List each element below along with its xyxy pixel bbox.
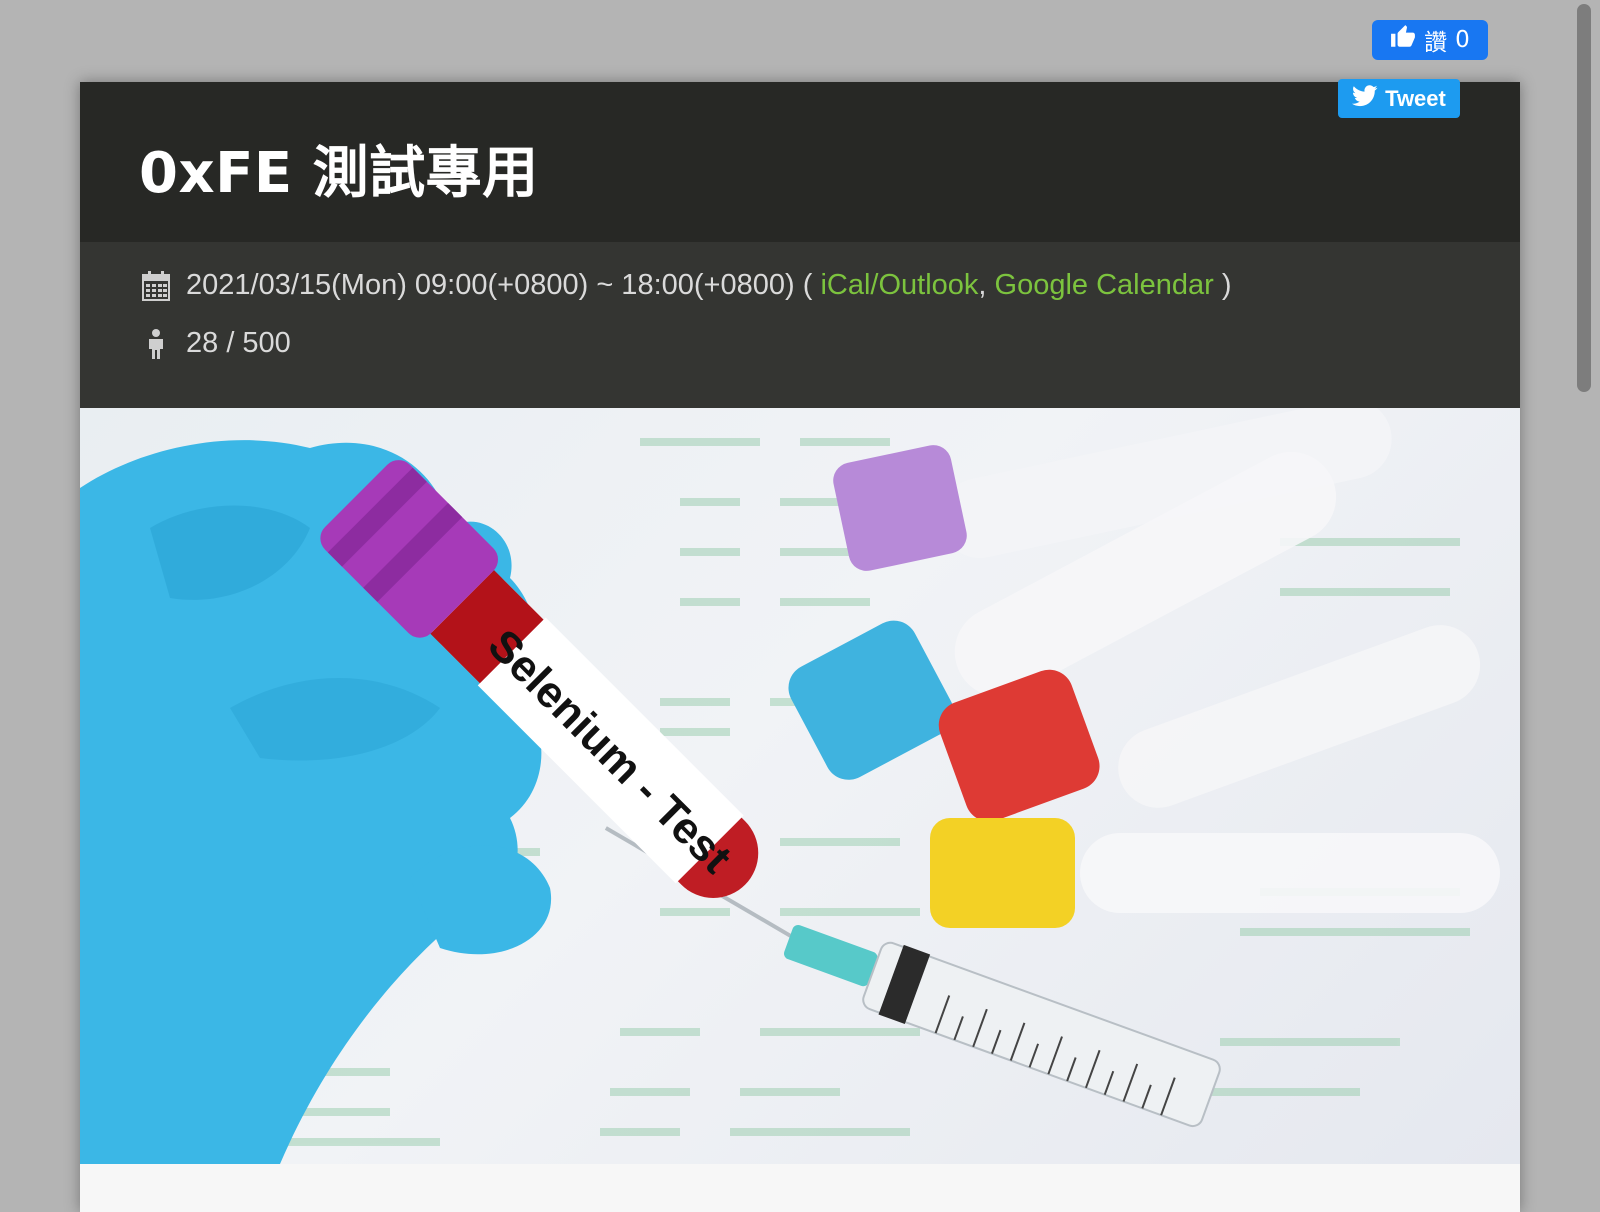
scrollbar-thumb[interactable] xyxy=(1577,4,1591,392)
page-scrollbar[interactable] xyxy=(1568,0,1600,1200)
google-calendar-link[interactable]: Google Calendar xyxy=(995,269,1214,302)
link-separator: , xyxy=(978,269,987,301)
event-info: 2021/03/15(Mon) 09:00(+0800) ~ 18:00(+08… xyxy=(80,242,1520,408)
like-count: 0 xyxy=(1455,27,1470,53)
person-icon xyxy=(140,328,172,360)
thumbs-up-icon xyxy=(1390,24,1416,56)
event-datetime: 2021/03/15(Mon) 09:00(+0800) ~ 18:00(+08… xyxy=(186,269,813,301)
facebook-like-button[interactable]: 讚 0 xyxy=(1372,20,1488,60)
attendance-row: 28 / 500 xyxy=(140,327,291,360)
ical-outlook-link[interactable]: iCal/Outlook xyxy=(820,269,978,302)
calendar-icon xyxy=(140,270,172,302)
like-label: 讚 xyxy=(1424,30,1448,56)
tweet-label: Tweet xyxy=(1385,85,1446,111)
tweet-button[interactable]: Tweet xyxy=(1338,79,1460,118)
event-header: 0xFE 測試專用 xyxy=(80,82,1520,242)
event-banner-image: Selenium - Test xyxy=(80,408,1520,1164)
datetime-closing: ) xyxy=(1221,269,1232,301)
attendance-count: 28 / 500 xyxy=(186,327,291,359)
event-title: 0xFE 測試專用 xyxy=(139,141,539,206)
twitter-bird-icon xyxy=(1352,84,1378,113)
event-card: 0xFE 測試專用 2021/03/15(Mon) 09:00(+0800) ~… xyxy=(80,82,1520,1212)
content-area xyxy=(80,1164,1520,1204)
event-datetime-row: 2021/03/15(Mon) 09:00(+0800) ~ 18:00(+08… xyxy=(140,269,1232,302)
